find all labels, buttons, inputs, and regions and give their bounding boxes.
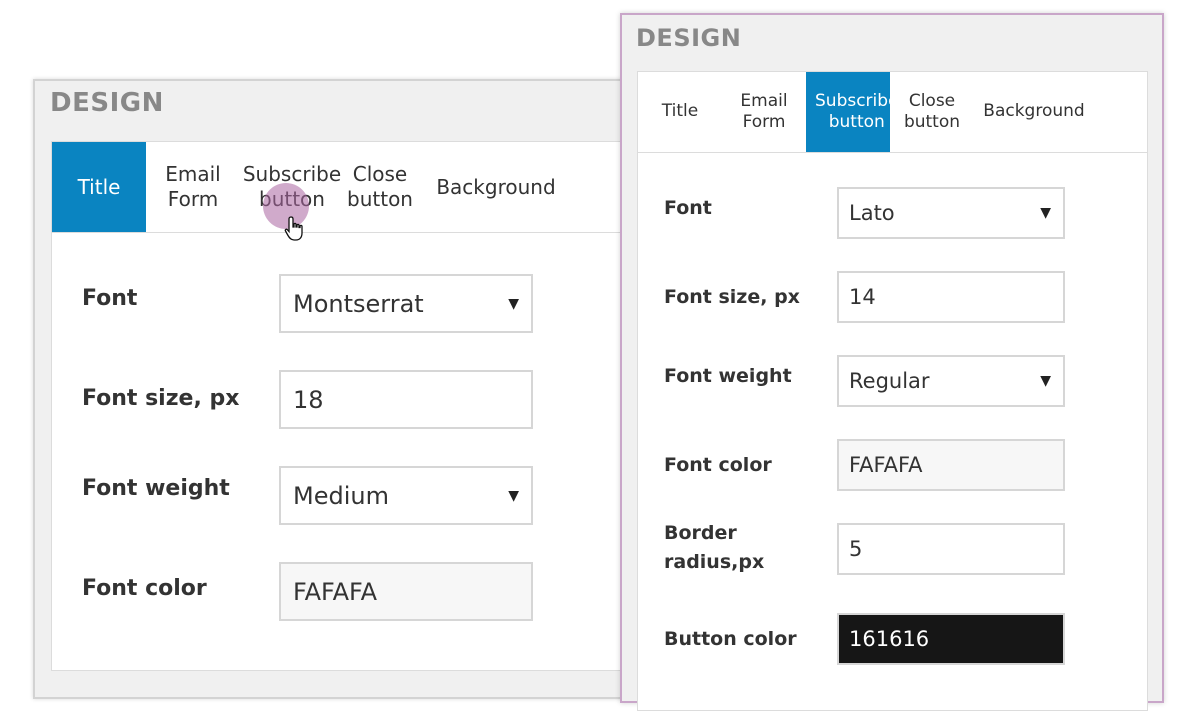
font-color-label: Font color	[82, 576, 207, 601]
design-panel-front: DESIGN Title EmailForm Subscribebutton C…	[620, 13, 1164, 711]
tab-background[interactable]: Background	[978, 72, 1090, 152]
tab-title[interactable]: Title	[52, 142, 146, 232]
tab-title[interactable]: Title	[644, 72, 716, 152]
font-weight-label: Font weight	[82, 476, 230, 501]
panel-body: Title EmailForm Subscribebutton Closebut…	[51, 141, 671, 671]
font-size-label: Font size, px	[82, 386, 240, 411]
border-radius-input[interactable]: 5	[837, 523, 1065, 575]
panel-body: Title EmailForm Subscribebutton Closebut…	[637, 71, 1148, 711]
font-color-input[interactable]: FAFAFA	[279, 562, 533, 621]
font-size-input[interactable]: 18	[279, 370, 533, 429]
font-select-value: Montserrat	[293, 289, 424, 318]
caret-down-icon: ▼	[508, 295, 519, 312]
font-color-input[interactable]: FAFAFA	[837, 439, 1065, 491]
font-label: Font	[82, 286, 138, 311]
font-label: Font	[664, 197, 712, 219]
tab-close-button[interactable]: Close button	[342, 142, 418, 232]
font-weight-select[interactable]: Regular ▼	[837, 355, 1065, 407]
tab-bar: Title EmailForm Subscribebutton Closebut…	[638, 72, 1147, 153]
caret-down-icon: ▼	[508, 487, 519, 504]
hand-pointer-icon	[283, 215, 307, 247]
tab-bar: Title EmailForm Subscribebutton Closebut…	[52, 142, 670, 233]
caret-down-icon: ▼	[1040, 373, 1051, 389]
panel-title: DESIGN	[636, 24, 742, 52]
tab-subscribe-button[interactable]: Subscribebutton	[806, 72, 890, 152]
tab-email-form[interactable]: Email Form	[152, 142, 234, 232]
tab-email-form[interactable]: Email Form	[728, 72, 800, 152]
design-panel-back: DESIGN Title EmailForm Subscribebutton C…	[33, 79, 673, 699]
font-size-input[interactable]: 14	[837, 271, 1065, 323]
button-color-label: Button color	[664, 628, 797, 650]
font-weight-select[interactable]: Medium ▼	[279, 466, 533, 525]
button-color-input[interactable]: 161616	[837, 613, 1065, 665]
font-select[interactable]: Lato ▼	[837, 187, 1065, 239]
font-select[interactable]: Montserrat ▼	[279, 274, 533, 333]
tab-background[interactable]: Background	[428, 142, 564, 232]
font-color-label: Font color	[664, 454, 772, 476]
font-weight-label: Font weight	[664, 365, 792, 387]
caret-down-icon: ▼	[1040, 205, 1051, 221]
panel-title: DESIGN	[50, 88, 164, 118]
tab-close-button[interactable]: Close button	[894, 72, 970, 152]
border-radius-label: Border radius,px	[664, 522, 765, 573]
font-size-label: Font size, px	[664, 286, 800, 308]
